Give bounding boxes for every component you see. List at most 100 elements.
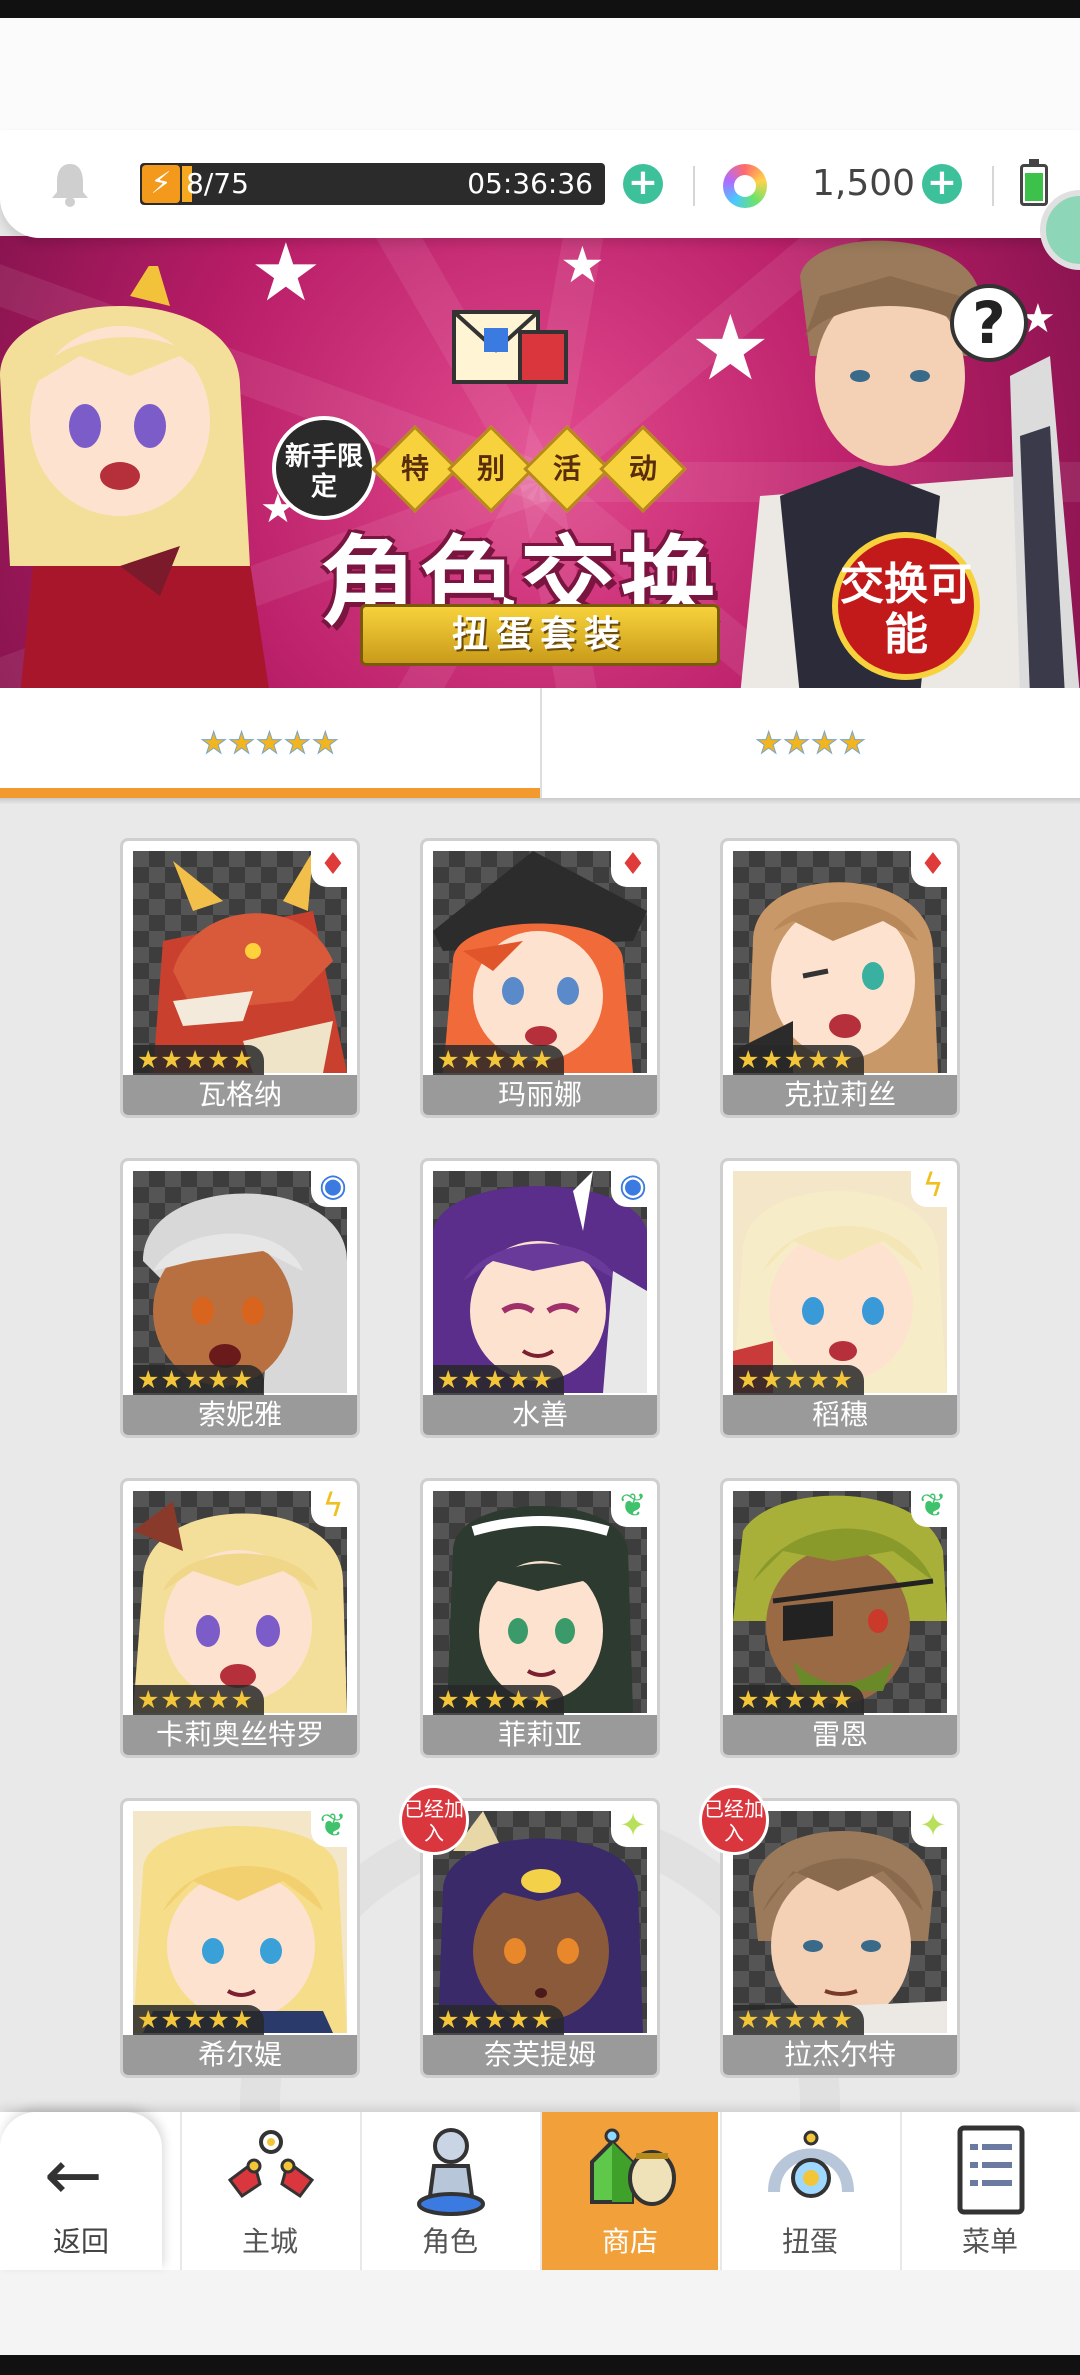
stamina-value: 8/75 [186, 167, 249, 200]
character-name: 水善 [423, 1395, 657, 1435]
nav-gacha[interactable]: 扭蛋 [720, 2112, 898, 2270]
nav-home[interactable]: 主城 [180, 2112, 358, 2270]
character-card[interactable]: ❦ ★★★★★ 希尔媞 [120, 1798, 360, 2078]
wind-icon: ❦ [911, 1483, 955, 1527]
character-name: 菲莉亚 [423, 1715, 657, 1755]
footer-strip [0, 2355, 1080, 2375]
divider [992, 166, 994, 206]
star-rating: ★★★★★ [733, 2005, 865, 2035]
character-name: 希尔媞 [123, 2035, 357, 2075]
banner-ribbon: 扭蛋套装 [360, 604, 720, 666]
add-gem-button[interactable]: + [922, 164, 962, 204]
status-strip [0, 0, 1080, 18]
wind-icon: ❦ [611, 1483, 655, 1527]
nav-label: 扭蛋 [781, 2225, 838, 2258]
tab-label: ★★★★ [755, 725, 867, 761]
rarity-tabs: ★★★★★ ★★★★ [0, 688, 1080, 798]
tab-label: ★★★★★ [200, 725, 340, 761]
help-button[interactable]: ? [950, 284, 1028, 362]
star-icon: ★ [560, 236, 605, 294]
add-stamina-button[interactable]: + [623, 164, 663, 204]
already-added-badge: 已经加入 [699, 1785, 769, 1855]
nav-label: 商店 [601, 2225, 658, 2258]
resource-bar: ⚡ 8/75 05:36:36 + 1,500 + [0, 130, 1080, 238]
event-tag-char: 活 [552, 452, 581, 485]
star-rating: ★★★★★ [433, 1685, 565, 1715]
character-card[interactable]: ◉ ★★★★★ 水善 [420, 1158, 660, 1438]
tab-five-star[interactable]: ★★★★★ [0, 688, 540, 798]
envelope-icon [452, 310, 568, 384]
character-card[interactable]: 已经加入 ✦ ★★★★★ 拉杰尔特 [699, 1785, 960, 2078]
character-name: 瓦格纳 [123, 1075, 357, 1115]
gacha-icon [768, 2130, 854, 2198]
star-rating: ★★★★★ [733, 1045, 865, 1075]
nav-label: 主城 [241, 2225, 298, 2258]
tab-four-star[interactable]: ★★★★ [540, 688, 1080, 798]
star-rating: ★★★★★ [433, 1045, 565, 1075]
active-tab-indicator [0, 788, 540, 798]
character-name: 稻穗 [723, 1395, 957, 1435]
star-rating: ★★★★★ [433, 1365, 565, 1395]
character-name: 玛丽娜 [423, 1075, 657, 1115]
fire-icon: ♦ [311, 843, 355, 887]
star-rating: ★★★★★ [133, 1365, 265, 1395]
thunder-icon: ϟ [311, 1483, 355, 1527]
stamina-icon: ⚡ [142, 165, 180, 203]
star-rating: ★★★★★ [733, 1685, 865, 1715]
exchange-badge: 交换可能 [832, 532, 980, 680]
character-name: 雷恩 [723, 1715, 957, 1755]
star-rating: ★★★★★ [133, 2005, 265, 2035]
water-icon: ◉ [311, 1163, 355, 1207]
character-name: 卡莉奥丝特罗 [123, 1715, 357, 1755]
system-gesture-area [0, 2270, 1080, 2355]
event-tag-char: 特 [400, 452, 429, 485]
character-card[interactable]: ❦ ★★★★★ 雷恩 [720, 1478, 960, 1758]
gem-count: 1,500 [812, 163, 916, 204]
character-card[interactable]: ♦ ★★★★★ 克拉莉丝 [720, 838, 960, 1118]
nav-characters[interactable]: 角色 [360, 2112, 538, 2270]
character-card[interactable]: ◉ ★★★★★ 索妮雅 [120, 1158, 360, 1438]
menu-icon [957, 2125, 1025, 2215]
character-card[interactable]: ♦ ★★★★★ 瓦格纳 [120, 838, 360, 1118]
back-button[interactable]: ← 返回 [0, 2112, 162, 2270]
star-rating: ★★★★★ [433, 2005, 565, 2035]
character-card[interactable]: ❦ ★★★★★ 菲莉亚 [420, 1478, 660, 1758]
castle-icon [227, 2130, 315, 2199]
character-card[interactable]: 已经加入 ✦ ★★★★★ 奈芙提姆 [399, 1785, 660, 2078]
banner-subtitle: 扭蛋套装 [451, 614, 628, 655]
character-card[interactable]: ♦ ★★★★★ 玛丽娜 [420, 838, 660, 1118]
nav-shop[interactable]: 商店 [540, 2112, 718, 2270]
divider [693, 166, 695, 206]
wind-icon: ❦ [311, 1803, 355, 1847]
star-rating: ★★★★★ [733, 1365, 865, 1395]
stamina-timer: 05:36:36 [467, 167, 593, 200]
character-name: 拉杰尔特 [723, 2035, 957, 2075]
event-banner[interactable]: ★ ★ ★ ★ ★ ★ [0, 236, 1080, 688]
character-name: 索妮雅 [123, 1395, 357, 1435]
character-card[interactable]: ϟ ★★★★★ 卡莉奥丝特罗 [120, 1478, 360, 1758]
shop-icon [590, 2128, 676, 2206]
light-icon: ✦ [611, 1803, 655, 1847]
water-icon: ◉ [611, 1163, 655, 1207]
stamina-meter: ⚡ 8/75 05:36:36 [140, 163, 605, 205]
event-tags: 特 别 活 动 [371, 425, 687, 513]
gem-icon [723, 164, 767, 208]
fire-icon: ♦ [911, 843, 955, 887]
star-rating: ★★★★★ [133, 1685, 265, 1715]
bottom-nav: 主城 角色 商店 扭蛋 菜单 [0, 2112, 1080, 2270]
bell-icon[interactable] [48, 160, 92, 208]
star-rating: ★★★★★ [133, 1045, 265, 1075]
event-tag-char: 别 [476, 452, 505, 485]
thunder-icon: ϟ [911, 1163, 955, 1207]
event-tag-char: 动 [628, 452, 657, 485]
back-arrow-icon: ← [44, 2134, 103, 2216]
fire-icon: ♦ [611, 843, 655, 887]
character-icon [417, 2128, 485, 2216]
nav-menu[interactable]: 菜单 [900, 2112, 1078, 2270]
character-name: 奈芙提姆 [423, 2035, 657, 2075]
nav-label: 角色 [421, 2225, 478, 2258]
nav-label: 菜单 [961, 2225, 1018, 2258]
character-card[interactable]: ϟ ★★★★★ 稻穗 [720, 1158, 960, 1438]
back-label: 返回 [52, 2225, 109, 2258]
character-name: 克拉莉丝 [723, 1075, 957, 1115]
